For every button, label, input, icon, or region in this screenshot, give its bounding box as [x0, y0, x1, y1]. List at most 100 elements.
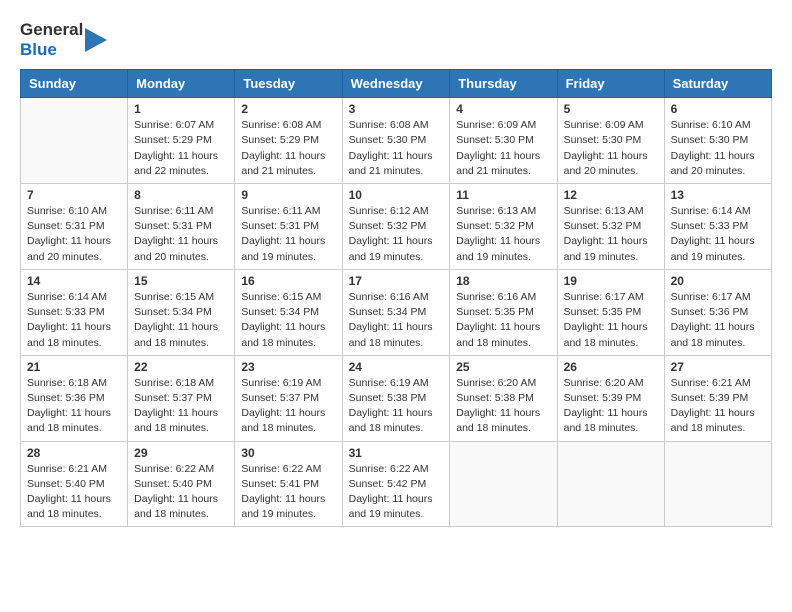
day-info: Sunrise: 6:17 AMSunset: 5:36 PMDaylight:…: [671, 290, 765, 351]
day-number: 12: [564, 188, 658, 202]
calendar-cell: 31 Sunrise: 6:22 AMSunset: 5:42 PMDayligh…: [342, 441, 450, 527]
day-number: 4: [456, 102, 550, 116]
day-number: 30: [241, 446, 335, 460]
day-number: 7: [27, 188, 121, 202]
day-number: 11: [456, 188, 550, 202]
calendar-cell: 9 Sunrise: 6:11 AMSunset: 5:31 PMDaylight…: [235, 183, 342, 269]
day-number: 25: [456, 360, 550, 374]
logo-blue: Blue: [20, 40, 83, 60]
day-info: Sunrise: 6:22 AMSunset: 5:42 PMDaylight:…: [349, 462, 444, 523]
calendar-cell: 14 Sunrise: 6:14 AMSunset: 5:33 PMDayligh…: [21, 269, 128, 355]
calendar-cell: 15Sunrise: 6:15 AMSunset: 5:34 PMDayligh…: [128, 269, 235, 355]
calendar-cell: 8 Sunrise: 6:11 AMSunset: 5:31 PMDaylight…: [128, 183, 235, 269]
calendar-cell: 25 Sunrise: 6:20 AMSunset: 5:38 PMDayligh…: [450, 355, 557, 441]
day-info: Sunrise: 6:09 AMSunset: 5:30 PMDaylight:…: [456, 118, 550, 179]
column-header-wednesday: Wednesday: [342, 70, 450, 98]
day-number: 23: [241, 360, 335, 374]
calendar-week-row: 1Sunrise: 6:07 AMSunset: 5:29 PMDaylight…: [21, 98, 772, 184]
calendar-week-row: 7 Sunrise: 6:10 AMSunset: 5:31 PMDaylight…: [21, 183, 772, 269]
column-header-friday: Friday: [557, 70, 664, 98]
day-number: 10: [349, 188, 444, 202]
day-info: Sunrise: 6:11 AMSunset: 5:31 PMDaylight:…: [241, 204, 335, 265]
day-info: Sunrise: 6:07 AMSunset: 5:29 PMDaylight:…: [134, 118, 228, 179]
column-header-monday: Monday: [128, 70, 235, 98]
day-number: 19: [564, 274, 658, 288]
calendar-cell: 29 Sunrise: 6:22 AMSunset: 5:40 PMDayligh…: [128, 441, 235, 527]
calendar-week-row: 28Sunrise: 6:21 AMSunset: 5:40 PMDayligh…: [21, 441, 772, 527]
day-info: Sunrise: 6:17 AMSunset: 5:35 PMDaylight:…: [564, 290, 658, 351]
day-number: 8: [134, 188, 228, 202]
calendar-table: SundayMondayTuesdayWednesdayThursdayFrid…: [20, 69, 772, 527]
calendar-cell: 22Sunrise: 6:18 AMSunset: 5:37 PMDayligh…: [128, 355, 235, 441]
day-info: Sunrise: 6:15 AMSunset: 5:34 PMDaylight:…: [134, 290, 228, 351]
day-info: Sunrise: 6:18 AMSunset: 5:37 PMDaylight:…: [134, 376, 228, 437]
day-number: 14: [27, 274, 121, 288]
calendar-cell: 28Sunrise: 6:21 AMSunset: 5:40 PMDayligh…: [21, 441, 128, 527]
day-info: Sunrise: 6:15 AMSunset: 5:34 PMDaylight:…: [241, 290, 335, 351]
calendar-cell: 16 Sunrise: 6:15 AMSunset: 5:34 PMDayligh…: [235, 269, 342, 355]
calendar-cell: 5Sunrise: 6:09 AMSunset: 5:30 PMDaylight…: [557, 98, 664, 184]
day-number: 17: [349, 274, 444, 288]
day-number: 31: [349, 446, 444, 460]
day-info: Sunrise: 6:08 AMSunset: 5:29 PMDaylight:…: [241, 118, 335, 179]
day-number: 3: [349, 102, 444, 116]
page-header: General Blue: [20, 20, 772, 59]
calendar-cell: 26Sunrise: 6:20 AMSunset: 5:39 PMDayligh…: [557, 355, 664, 441]
day-info: Sunrise: 6:10 AMSunset: 5:31 PMDaylight:…: [27, 204, 121, 265]
day-info: Sunrise: 6:09 AMSunset: 5:30 PMDaylight:…: [564, 118, 658, 179]
day-info: Sunrise: 6:12 AMSunset: 5:32 PMDaylight:…: [349, 204, 444, 265]
calendar-cell: 6 Sunrise: 6:10 AMSunset: 5:30 PMDaylight…: [664, 98, 771, 184]
logo-arrow-icon: [85, 24, 107, 56]
day-info: Sunrise: 6:10 AMSunset: 5:30 PMDaylight:…: [671, 118, 765, 179]
calendar-cell: 27 Sunrise: 6:21 AMSunset: 5:39 PMDayligh…: [664, 355, 771, 441]
calendar-cell: 30 Sunrise: 6:22 AMSunset: 5:41 PMDayligh…: [235, 441, 342, 527]
calendar-cell: 10 Sunrise: 6:12 AMSunset: 5:32 PMDayligh…: [342, 183, 450, 269]
day-number: 2: [241, 102, 335, 116]
day-number: 29: [134, 446, 228, 460]
day-info: Sunrise: 6:14 AMSunset: 5:33 PMDaylight:…: [671, 204, 765, 265]
calendar-cell: 17 Sunrise: 6:16 AMSunset: 5:34 PMDayligh…: [342, 269, 450, 355]
day-info: Sunrise: 6:21 AMSunset: 5:40 PMDaylight:…: [27, 462, 121, 523]
day-info: Sunrise: 6:16 AMSunset: 5:34 PMDaylight:…: [349, 290, 444, 351]
day-info: Sunrise: 6:14 AMSunset: 5:33 PMDaylight:…: [27, 290, 121, 351]
logo-text: General Blue: [20, 20, 83, 59]
day-number: 24: [349, 360, 444, 374]
day-info: Sunrise: 6:16 AMSunset: 5:35 PMDaylight:…: [456, 290, 550, 351]
day-number: 26: [564, 360, 658, 374]
day-number: 27: [671, 360, 765, 374]
column-header-thursday: Thursday: [450, 70, 557, 98]
day-number: 13: [671, 188, 765, 202]
calendar-header-row: SundayMondayTuesdayWednesdayThursdayFrid…: [21, 70, 772, 98]
day-info: Sunrise: 6:19 AMSunset: 5:38 PMDaylight:…: [349, 376, 444, 437]
day-number: 6: [671, 102, 765, 116]
logo-general: General: [20, 20, 83, 40]
calendar-cell: 12Sunrise: 6:13 AMSunset: 5:32 PMDayligh…: [557, 183, 664, 269]
calendar-cell: 4 Sunrise: 6:09 AMSunset: 5:30 PMDaylight…: [450, 98, 557, 184]
calendar-cell: 19 Sunrise: 6:17 AMSunset: 5:35 PMDayligh…: [557, 269, 664, 355]
day-info: Sunrise: 6:18 AMSunset: 5:36 PMDaylight:…: [27, 376, 121, 437]
day-info: Sunrise: 6:20 AMSunset: 5:38 PMDaylight:…: [456, 376, 550, 437]
calendar-cell: 3 Sunrise: 6:08 AMSunset: 5:30 PMDaylight…: [342, 98, 450, 184]
day-number: 18: [456, 274, 550, 288]
calendar-cell: 24 Sunrise: 6:19 AMSunset: 5:38 PMDayligh…: [342, 355, 450, 441]
day-number: 21: [27, 360, 121, 374]
day-number: 16: [241, 274, 335, 288]
calendar-cell: 20Sunrise: 6:17 AMSunset: 5:36 PMDayligh…: [664, 269, 771, 355]
calendar-week-row: 14 Sunrise: 6:14 AMSunset: 5:33 PMDayligh…: [21, 269, 772, 355]
calendar-cell: 2 Sunrise: 6:08 AMSunset: 5:29 PMDaylight…: [235, 98, 342, 184]
day-number: 9: [241, 188, 335, 202]
day-info: Sunrise: 6:22 AMSunset: 5:41 PMDaylight:…: [241, 462, 335, 523]
day-info: Sunrise: 6:21 AMSunset: 5:39 PMDaylight:…: [671, 376, 765, 437]
calendar-cell: 18 Sunrise: 6:16 AMSunset: 5:35 PMDayligh…: [450, 269, 557, 355]
calendar-cell: [664, 441, 771, 527]
calendar-cell: [557, 441, 664, 527]
calendar-cell: 13 Sunrise: 6:14 AMSunset: 5:33 PMDayligh…: [664, 183, 771, 269]
day-info: Sunrise: 6:11 AMSunset: 5:31 PMDaylight:…: [134, 204, 228, 265]
calendar-cell: 11Sunrise: 6:13 AMSunset: 5:32 PMDayligh…: [450, 183, 557, 269]
logo: General Blue: [20, 20, 107, 59]
calendar-cell: [21, 98, 128, 184]
day-info: Sunrise: 6:08 AMSunset: 5:30 PMDaylight:…: [349, 118, 444, 179]
calendar-cell: 23Sunrise: 6:19 AMSunset: 5:37 PMDayligh…: [235, 355, 342, 441]
column-header-sunday: Sunday: [21, 70, 128, 98]
day-info: Sunrise: 6:22 AMSunset: 5:40 PMDaylight:…: [134, 462, 228, 523]
